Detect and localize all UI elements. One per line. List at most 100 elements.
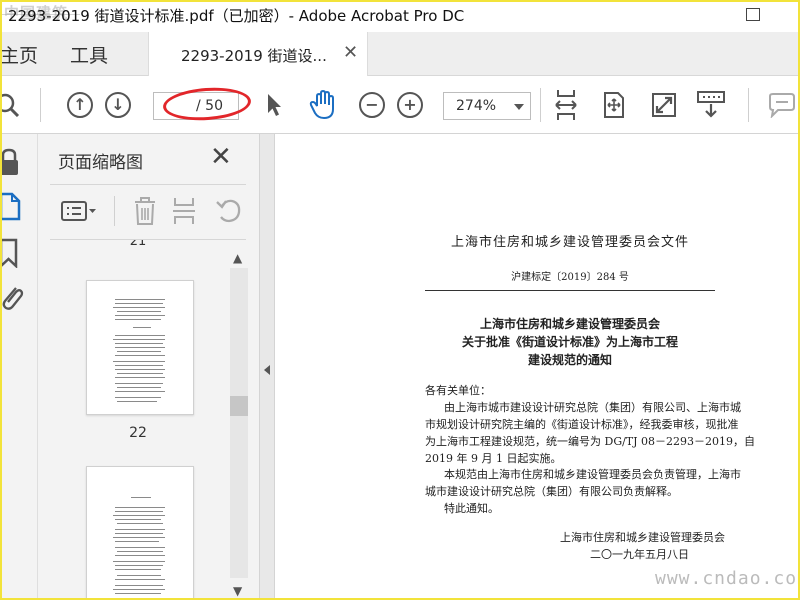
tab-document[interactable]: 2293-2019 街道设... ✕ bbox=[148, 32, 368, 76]
thumbnail-text-line bbox=[117, 523, 163, 524]
thumbnail-scrollbar[interactable]: ▲ ▼ bbox=[230, 246, 248, 600]
tab-close-icon[interactable]: ✕ bbox=[343, 42, 358, 63]
zoom-level-dropdown[interactable]: 274% bbox=[443, 92, 531, 120]
page-thumbnails-icon[interactable] bbox=[0, 192, 30, 222]
thumbnail-text-line bbox=[113, 515, 165, 516]
thumbnail-text-line bbox=[115, 335, 165, 336]
thumbnail-text-line bbox=[117, 311, 161, 312]
prev-page-icon[interactable]: ↑ bbox=[66, 90, 94, 120]
scrollbar-thumb[interactable] bbox=[230, 396, 248, 416]
panel-title: 页面缩略图 bbox=[58, 153, 143, 173]
thumbnail-text-line bbox=[113, 361, 165, 362]
thumbnail-text-line bbox=[133, 327, 151, 328]
thumbnail-text-line bbox=[117, 575, 161, 576]
comment-icon[interactable] bbox=[766, 90, 796, 120]
zoom-level-value: 274% bbox=[456, 98, 497, 114]
thumbnail-text-line bbox=[117, 351, 161, 352]
thumbnail-text-line bbox=[115, 365, 163, 366]
window-title: 2293-2019 街道设计标准.pdf（已加密）- Adobe Acrobat… bbox=[8, 7, 465, 25]
thumbnail-text-line bbox=[115, 391, 165, 392]
thumbnail-text-line bbox=[115, 511, 163, 512]
options-menu-icon[interactable] bbox=[60, 198, 100, 224]
thumbnail-text-line bbox=[115, 369, 165, 370]
thumbnail-text-line bbox=[115, 507, 165, 508]
thumbnail-text-line bbox=[115, 299, 165, 300]
zoom-out-icon[interactable]: − bbox=[358, 90, 386, 120]
thumbnail-text-line bbox=[117, 551, 163, 552]
title-bar: 中国建筑 2293-2019 街道设计标准.pdf（已加密）- Adobe Ac… bbox=[0, 0, 800, 32]
toolbar-separator bbox=[540, 88, 541, 122]
bookmark-icon[interactable] bbox=[0, 238, 30, 269]
thumbnail-text-line bbox=[115, 355, 165, 356]
thumbnail-text-line bbox=[115, 547, 165, 548]
toolbar: ↑ ↓ / 50 − + 274% bbox=[0, 76, 800, 134]
next-page-icon[interactable]: ↓ bbox=[104, 90, 132, 120]
panel-collapse-handle[interactable] bbox=[259, 134, 275, 600]
thumbnail-text-line bbox=[115, 347, 165, 348]
thumbnail-text-line bbox=[131, 497, 151, 498]
thumbnail-text-line bbox=[115, 383, 163, 384]
scroll-up-icon[interactable]: ▲ bbox=[233, 251, 242, 265]
thumbnail-text-line bbox=[115, 533, 163, 534]
tab-document-label: 2293-2019 街道设... bbox=[181, 47, 327, 65]
zoom-in-icon[interactable]: + bbox=[396, 90, 424, 120]
toolbar-separator bbox=[748, 88, 749, 122]
thumbnail-text-line bbox=[115, 585, 163, 586]
thumbnail-text-line bbox=[115, 593, 161, 594]
maximize-button[interactable] bbox=[746, 8, 760, 21]
chevron-left-icon bbox=[264, 365, 270, 375]
thumbnail-text-line bbox=[113, 561, 165, 562]
thumbnail-text-line bbox=[115, 541, 159, 542]
thumbnail-text-line bbox=[113, 537, 165, 538]
thumbnail-text-line bbox=[113, 307, 165, 308]
lock-icon[interactable] bbox=[0, 148, 30, 178]
thumbnail-text-line bbox=[115, 519, 161, 520]
tab-home[interactable]: 主页 bbox=[0, 41, 38, 68]
thumbnail-text-line bbox=[113, 339, 165, 340]
delete-page-icon[interactable] bbox=[132, 196, 158, 226]
page-thumbnails-panel: 页面缩略图 ✕ 21 22 ▲ ▼ bbox=[38, 134, 259, 600]
tab-tools[interactable]: 工具 bbox=[70, 41, 108, 68]
fit-width-icon[interactable] bbox=[552, 90, 580, 120]
fit-page-icon[interactable] bbox=[600, 90, 628, 120]
thumbnail-text-line bbox=[115, 303, 163, 304]
page-thumbnail-23[interactable] bbox=[86, 466, 194, 600]
panel-divider bbox=[50, 184, 246, 185]
scrollbar-track[interactable] bbox=[230, 268, 248, 578]
crop-page-icon[interactable] bbox=[172, 196, 198, 226]
watermark-bottom: www.cndao.com bbox=[655, 568, 800, 589]
search-icon[interactable] bbox=[0, 90, 24, 120]
thumbnail-text-line bbox=[115, 397, 161, 398]
thumbnail-text-line bbox=[115, 315, 165, 316]
thumbnail-text-line bbox=[115, 377, 165, 378]
page-thumbnail-22[interactable] bbox=[86, 280, 194, 415]
thumbnail-text-line bbox=[117, 373, 163, 374]
thumbnail-text-line bbox=[115, 565, 163, 566]
thumbnail-text-line bbox=[115, 555, 165, 556]
full-screen-icon[interactable] bbox=[650, 90, 678, 120]
thumbnail-text-line bbox=[115, 319, 161, 320]
select-cursor-icon[interactable] bbox=[262, 90, 286, 120]
page-total: / 50 bbox=[196, 98, 223, 114]
hand-tool-icon[interactable] bbox=[308, 90, 338, 120]
thumbnail-text-line bbox=[115, 579, 165, 580]
panel-close-icon[interactable]: ✕ bbox=[210, 142, 232, 172]
tab-bar: 主页 工具 2293-2019 街道设... ✕ bbox=[0, 32, 800, 76]
thumbnail-text-line bbox=[117, 387, 161, 388]
thumbnail-text-line bbox=[115, 343, 163, 344]
toolbar-separator bbox=[40, 88, 41, 122]
thumbnail-text-line bbox=[115, 569, 161, 570]
page-number-field[interactable]: / 50 bbox=[153, 92, 239, 120]
thumbnail-toolbar-separator bbox=[114, 196, 115, 226]
scroll-down-icon[interactable]: ▼ bbox=[233, 584, 242, 598]
keyboard-scroll-icon[interactable] bbox=[696, 90, 726, 120]
rotate-page-icon[interactable] bbox=[214, 196, 244, 226]
page-label-21: 21 bbox=[129, 240, 147, 249]
thumbnail-text-line bbox=[117, 401, 157, 402]
thumbnail-text-line bbox=[113, 589, 165, 590]
chevron-down-icon bbox=[514, 104, 524, 110]
page-label-22: 22 bbox=[129, 425, 147, 441]
thumbnail-text-line bbox=[115, 529, 165, 530]
document-view[interactable] bbox=[275, 134, 800, 600]
attachment-icon[interactable] bbox=[0, 282, 30, 312]
